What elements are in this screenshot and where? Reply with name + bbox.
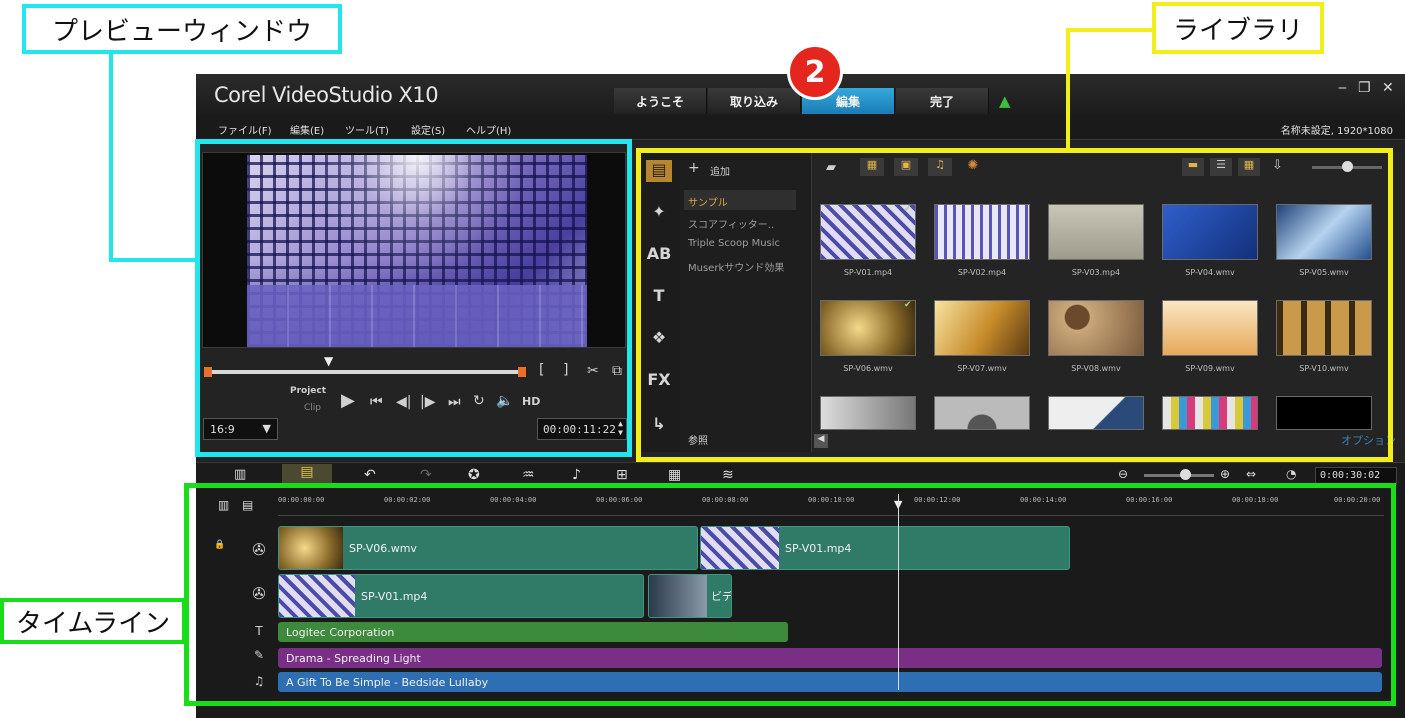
app-brand: Corel VideoStudio X10	[214, 83, 439, 107]
preview-callout-line	[109, 54, 113, 262]
sound-mixer-icon[interactable]: ♒	[522, 467, 535, 483]
screenshot: Corel VideoStudio X10 ようこそ 取り込み 編集 完了 ▲ …	[0, 0, 1405, 718]
menu-settings[interactable]: 設定(S)	[411, 122, 445, 137]
zoom-out-icon[interactable]: ⊖	[1118, 467, 1128, 481]
menu-file[interactable]: ファイル(F)	[218, 122, 272, 137]
tab-welcome[interactable]: ようこそ	[614, 88, 707, 114]
timeline-callout: タイムライン	[0, 598, 186, 644]
menu-edit[interactable]: 編集(E)	[290, 122, 324, 137]
clock-icon: ◔	[1286, 467, 1297, 481]
menu-tools[interactable]: ツール(T)	[345, 122, 389, 137]
minimize-icon[interactable]: ‒	[1338, 80, 1347, 96]
step-badge: 2	[787, 44, 843, 100]
library-callout-line	[1066, 28, 1152, 32]
timeline-highlight-box	[184, 483, 1396, 706]
redo-icon[interactable]: ↷	[420, 467, 432, 483]
tab-capture[interactable]: 取り込み	[708, 88, 801, 114]
preview-highlight-box	[195, 139, 632, 457]
zoom-slider[interactable]	[1144, 474, 1214, 477]
preview-callout-line	[109, 258, 195, 262]
preview-callout: プレビューウィンドウ	[22, 4, 342, 54]
project-info: 名称未設定, 1920*1080	[1280, 126, 1393, 137]
tab-share[interactable]: 完了	[896, 88, 989, 114]
library-callout: ライブラリ	[1152, 2, 1324, 54]
upload-arrow-icon[interactable]: ▲	[999, 92, 1011, 110]
menu-bar: ファイル(F) 編集(E) ツール(T) 設定(S) ヘルプ(H) 名称未設定,…	[196, 116, 1405, 140]
record-capture-icon[interactable]: ✪	[468, 467, 480, 483]
zoom-knob[interactable]	[1180, 469, 1191, 480]
fit-project-icon[interactable]: ⇔	[1246, 467, 1256, 481]
restore-icon[interactable]: ❐	[1358, 80, 1371, 96]
undo-icon[interactable]: ↶	[364, 467, 376, 483]
motion-tracking-icon[interactable]: ⊞	[616, 467, 628, 483]
library-callout-line	[1066, 30, 1070, 148]
speed-icon[interactable]: ≋	[722, 467, 734, 483]
library-highlight-box	[636, 148, 1393, 462]
close-icon[interactable]: ✕	[1382, 80, 1394, 96]
storyboard-view-icon[interactable]: ▥	[234, 467, 246, 482]
auto-music-icon[interactable]: ♪	[572, 467, 581, 483]
menu-help[interactable]: ヘルプ(H)	[466, 122, 511, 137]
zoom-in-icon[interactable]: ⊕	[1220, 467, 1230, 481]
multi-camera-icon[interactable]: ▦	[668, 467, 681, 483]
